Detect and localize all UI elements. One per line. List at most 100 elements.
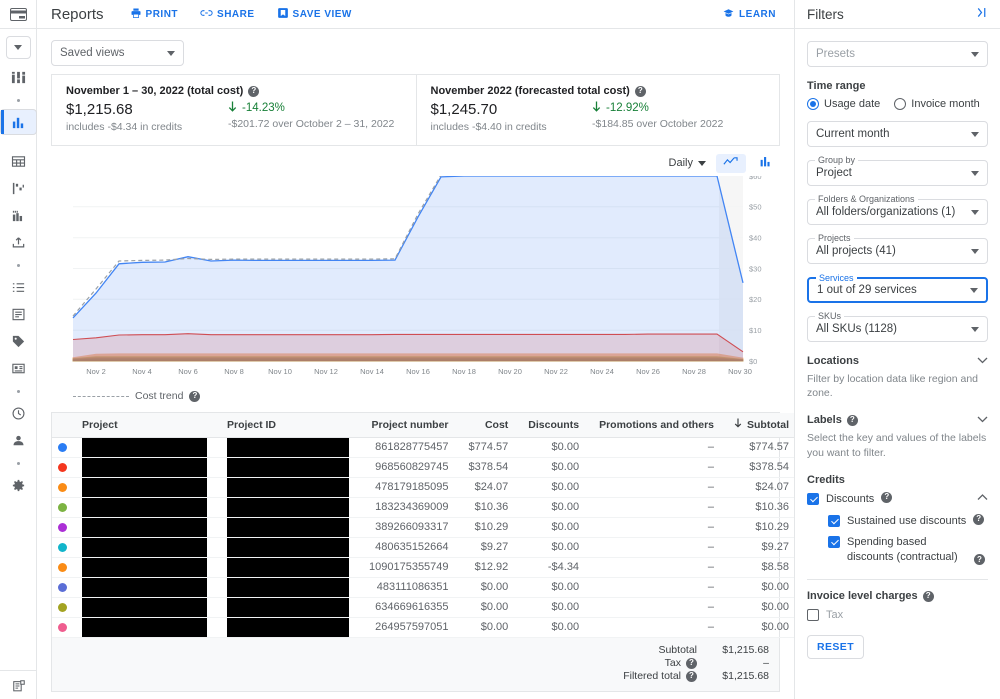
skus-dropdown[interactable]: SKUs All SKUs (1128) [807,311,988,342]
arrow-down-icon [592,101,601,115]
table-row[interactable]: 478179185095 $24.07 $0.00– $24.07 [52,477,794,498]
column-header-subtotal[interactable]: Subtotal [724,413,794,438]
table-row[interactable]: 183234369009 $10.36 $0.00– $10.36 [52,497,794,518]
chevron-down-icon [698,157,706,169]
help-icon[interactable]: ? [686,670,697,682]
checkbox-checked-icon [828,536,840,549]
sidebar-item-payment-history[interactable] [0,400,37,427]
column-header-discounts[interactable]: Discounts [518,413,590,438]
learn-label: LEARN [739,8,776,20]
table-row[interactable]: 1090175355749 $12.92 -$4.34– $8.58 [52,557,794,578]
help-icon[interactable]: ? [974,554,985,566]
sidebar-item-export[interactable] [0,229,37,256]
page-title: Reports [51,5,104,23]
help-icon[interactable]: ? [846,414,858,426]
help-icon[interactable]: ? [973,513,985,525]
labels-section-header[interactable]: Labels ? [807,414,988,426]
svg-text:Nov 28: Nov 28 [682,367,706,376]
sidebar-item-account-management[interactable] [0,427,37,454]
checkbox-sustained-use-discounts[interactable]: Sustained use discounts ? [828,513,988,529]
credits-label-text: Credits [807,473,845,486]
table-row[interactable]: 389266093317 $10.29 $0.00– $10.29 [52,517,794,538]
services-dropdown[interactable]: Services 1 out of 29 services [807,273,988,303]
chevron-up-icon[interactable] [977,492,988,504]
table-row[interactable]: 480635152664 $9.27 $0.00– $9.27 [52,537,794,558]
sidebar-item-commitments[interactable] [0,355,37,382]
folders-organizations-dropdown[interactable]: Folders & Organizations All folders/orga… [807,194,988,225]
checkbox-discounts[interactable]: Discounts ? [807,491,988,507]
svg-text:Nov 22: Nov 22 [544,367,568,376]
share-label: SHARE [217,8,255,20]
table-row[interactable]: 483111086351 $0.00 $0.00– $0.00 [52,577,794,598]
group-by-dropdown[interactable]: Group by Project [807,155,988,186]
reset-button[interactable]: RESET [807,634,865,659]
invoice-level-charges-label: Invoice level charges ? [807,590,988,602]
cost-area-chart[interactable]: $60 $50 $40 $30 $20 $10 $0 Nov 2 Nov 4 N… [51,176,780,386]
table-header-row: Project Project ID Project number Cost D… [52,413,794,438]
folders-value: All folders/organizations (1) [816,206,956,218]
help-icon[interactable]: ? [686,657,697,669]
checkbox-spending-based-discounts[interactable]: Spending based discounts (contractual) ? [828,535,988,566]
cell-promotions: – [589,597,724,618]
svg-text:Nov 4: Nov 4 [132,367,152,376]
sidebar-item-cost-breakdown[interactable] [0,175,37,202]
share-button[interactable]: SHARE [200,7,255,22]
learn-button[interactable]: LEARN [722,7,776,22]
cell-promotions: – [589,437,724,458]
sidebar-item-reports[interactable] [0,109,37,135]
column-header-promotions[interactable]: Promotions and others [589,413,724,438]
presets-dropdown[interactable]: Presets [807,41,988,67]
projects-label: Projects [815,233,854,243]
cell-discounts: $0.00 [518,437,590,458]
radio-invoice-month[interactable]: Invoice month [894,98,980,110]
table-row[interactable]: 968560829745 $378.54 $0.00– $378.54 [52,457,794,478]
svg-text:Nov 14: Nov 14 [360,367,384,376]
table-row[interactable]: 861828775457 $774.57 $0.00– $774.57 [52,437,794,458]
column-header-cost[interactable]: Cost [458,413,519,438]
sidebar-item-overview[interactable] [0,64,37,91]
table-row[interactable]: 634669616355 $0.00 $0.00– $0.00 [52,597,794,618]
sidebar-item-settings[interactable] [0,472,37,499]
radio-usage-date[interactable]: Usage date [807,98,880,110]
table-row[interactable]: 264957597051 $0.00 $0.00– $0.00 [52,617,794,638]
granularity-dropdown[interactable]: Daily [663,155,712,171]
help-icon[interactable]: ? [634,85,646,97]
time-range-dropdown[interactable]: Current month [807,121,988,147]
column-header-project[interactable]: Project [72,413,217,438]
summary-card-title: November 1 – 30, 2022 (total cost) ? [66,85,404,97]
bar-chart-toggle[interactable] [750,154,780,173]
project-selector-caret-icon[interactable] [5,36,31,59]
sidebar-item-pricing[interactable] [0,202,37,229]
print-button[interactable]: PRINT [130,7,179,22]
cell-cost: $0.00 [458,577,519,598]
release-notes-icon[interactable] [0,670,37,693]
saved-views-dropdown[interactable]: Saved views [51,40,184,66]
billing-logo-icon[interactable] [0,0,37,29]
time-range-value: Current month [816,128,890,140]
chevron-down-icon [971,167,979,179]
sidebar-item-cost-table[interactable] [0,148,37,175]
chevron-down-icon [977,414,988,426]
help-icon[interactable]: ? [248,85,260,97]
save-view-button[interactable]: SAVE VIEW [277,7,352,22]
projects-dropdown[interactable]: Projects All projects (41) [807,233,988,264]
locations-section-header[interactable]: Locations [807,355,988,367]
help-icon[interactable]: ? [881,491,893,503]
cell-project [72,557,217,578]
cell-cost: $12.92 [458,557,519,578]
sidebar-item-budgets-alerts[interactable] [0,274,37,301]
checkbox-tax[interactable]: Tax [807,608,988,623]
sidebar-item-cost-optimization[interactable] [0,328,37,355]
total-row: Tax? – [52,657,769,670]
help-icon[interactable]: ? [189,390,201,402]
collapse-panel-icon[interactable] [975,6,988,22]
column-header-project-id[interactable]: Project ID [217,413,359,438]
redacted-project-id [227,457,349,477]
sidebar-item-transactions[interactable] [0,301,37,328]
column-header-project-number[interactable]: Project number [359,413,459,438]
help-icon[interactable]: ? [922,590,934,602]
cell-subtotal: $8.58 [724,557,794,578]
rail-separator-4 [0,454,37,472]
checkbox-checked-icon [807,492,819,505]
line-chart-toggle[interactable] [716,153,746,173]
